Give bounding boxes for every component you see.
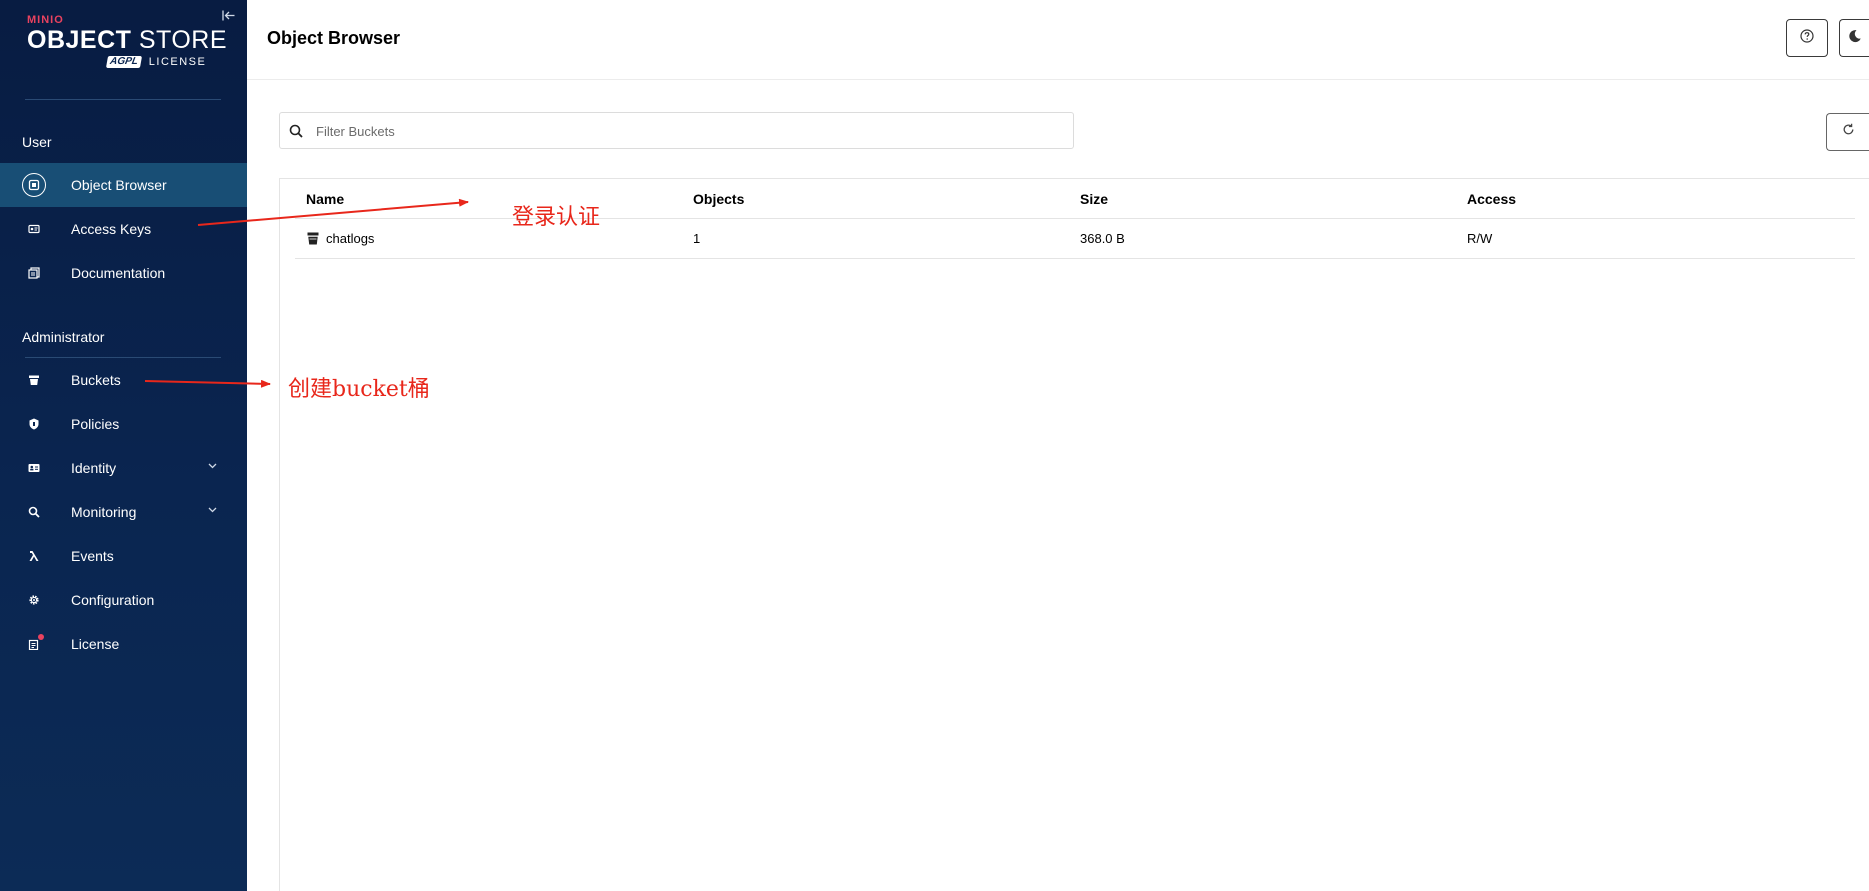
- row-divider: [295, 258, 1855, 259]
- section-administrator: Administrator: [22, 329, 105, 345]
- nav-label: Identity: [71, 460, 117, 476]
- logo-product-thin: STORE: [138, 26, 228, 54]
- bucket-name[interactable]: chatlogs: [326, 231, 374, 246]
- column-header-access[interactable]: Access: [1467, 191, 1516, 207]
- key-icon: [22, 217, 46, 241]
- chevron-down-icon[interactable]: [208, 460, 217, 472]
- nav-label: Monitoring: [71, 504, 137, 520]
- lambda-icon: [22, 544, 46, 568]
- column-header-name[interactable]: Name: [306, 191, 344, 207]
- nav-policies[interactable]: Policies: [0, 402, 247, 446]
- identity-icon: [22, 456, 46, 480]
- buckets-table: [279, 178, 1869, 891]
- nav-identity[interactable]: Identity: [0, 446, 247, 490]
- refresh-icon: [1842, 123, 1855, 141]
- section-user: User: [22, 134, 52, 150]
- moon-icon: [1848, 29, 1862, 48]
- monitor-search-icon: [22, 500, 46, 524]
- nav-label: Buckets: [71, 372, 121, 388]
- docs-icon: [22, 261, 46, 285]
- logo-product: OBJECT STORE: [27, 27, 227, 54]
- nav-label: Object Browser: [71, 177, 167, 193]
- nav-documentation[interactable]: Documentation: [0, 251, 247, 295]
- nav-label: Configuration: [71, 592, 155, 608]
- nav-object-browser[interactable]: Object Browser: [0, 163, 247, 207]
- logo-brand: MINIO: [27, 14, 64, 26]
- nav-label: Policies: [71, 416, 120, 432]
- refresh-button[interactable]: [1826, 113, 1869, 151]
- sidebar: MINIO OBJECT STORE AGPL LICENSE User Obj…: [0, 0, 247, 891]
- help-button[interactable]: [1786, 19, 1828, 57]
- bucket-size: 368.0 B: [1080, 231, 1125, 246]
- bucket-objects: 1: [693, 231, 701, 246]
- logo-license: AGPL LICENSE: [105, 56, 247, 68]
- nav-monitoring[interactable]: Monitoring: [0, 490, 247, 534]
- agpl-badge: AGPL: [105, 56, 142, 68]
- nav-configuration[interactable]: Configuration: [0, 578, 247, 622]
- header-divider: [247, 79, 1869, 80]
- nav-events[interactable]: Events: [0, 534, 247, 578]
- nav-label: Access Keys: [71, 221, 152, 237]
- page-title: Object Browser: [267, 28, 401, 48]
- bucket-access: R/W: [1467, 231, 1493, 246]
- help-icon: [1800, 28, 1814, 48]
- chevron-down-icon[interactable]: [208, 504, 217, 516]
- filter-buckets-field[interactable]: [279, 112, 1074, 149]
- logo-divider: [25, 99, 221, 100]
- search-icon: [289, 124, 303, 143]
- gear-icon: [22, 588, 46, 612]
- notification-dot: [38, 634, 44, 640]
- bucket-icon: [307, 232, 319, 250]
- license-text: LICENSE: [148, 56, 207, 68]
- annotation-create-bucket: 创建bucket桶: [288, 377, 430, 402]
- nav-label: Events: [71, 548, 114, 564]
- object-browser-icon: [22, 173, 46, 197]
- column-header-objects[interactable]: Objects: [693, 191, 744, 207]
- collapse-sidebar-icon[interactable]: [222, 8, 235, 24]
- shield-icon: [22, 412, 46, 436]
- nav-label: Documentation: [71, 265, 166, 281]
- logo-product-bold: OBJECT: [27, 26, 132, 54]
- filter-buckets-input[interactable]: [314, 119, 1058, 143]
- nav-license[interactable]: License: [0, 622, 247, 666]
- minio-logo[interactable]: MINIO OBJECT STORE AGPL LICENSE: [27, 14, 227, 68]
- nav-buckets[interactable]: Buckets: [0, 358, 247, 402]
- nav-access-keys[interactable]: Access Keys: [0, 207, 247, 251]
- bucket-icon: [22, 368, 46, 392]
- theme-toggle-button[interactable]: [1839, 19, 1869, 57]
- column-header-size[interactable]: Size: [1080, 191, 1108, 207]
- nav-label: License: [71, 636, 120, 652]
- annotation-login-auth: 登录认证: [512, 205, 601, 230]
